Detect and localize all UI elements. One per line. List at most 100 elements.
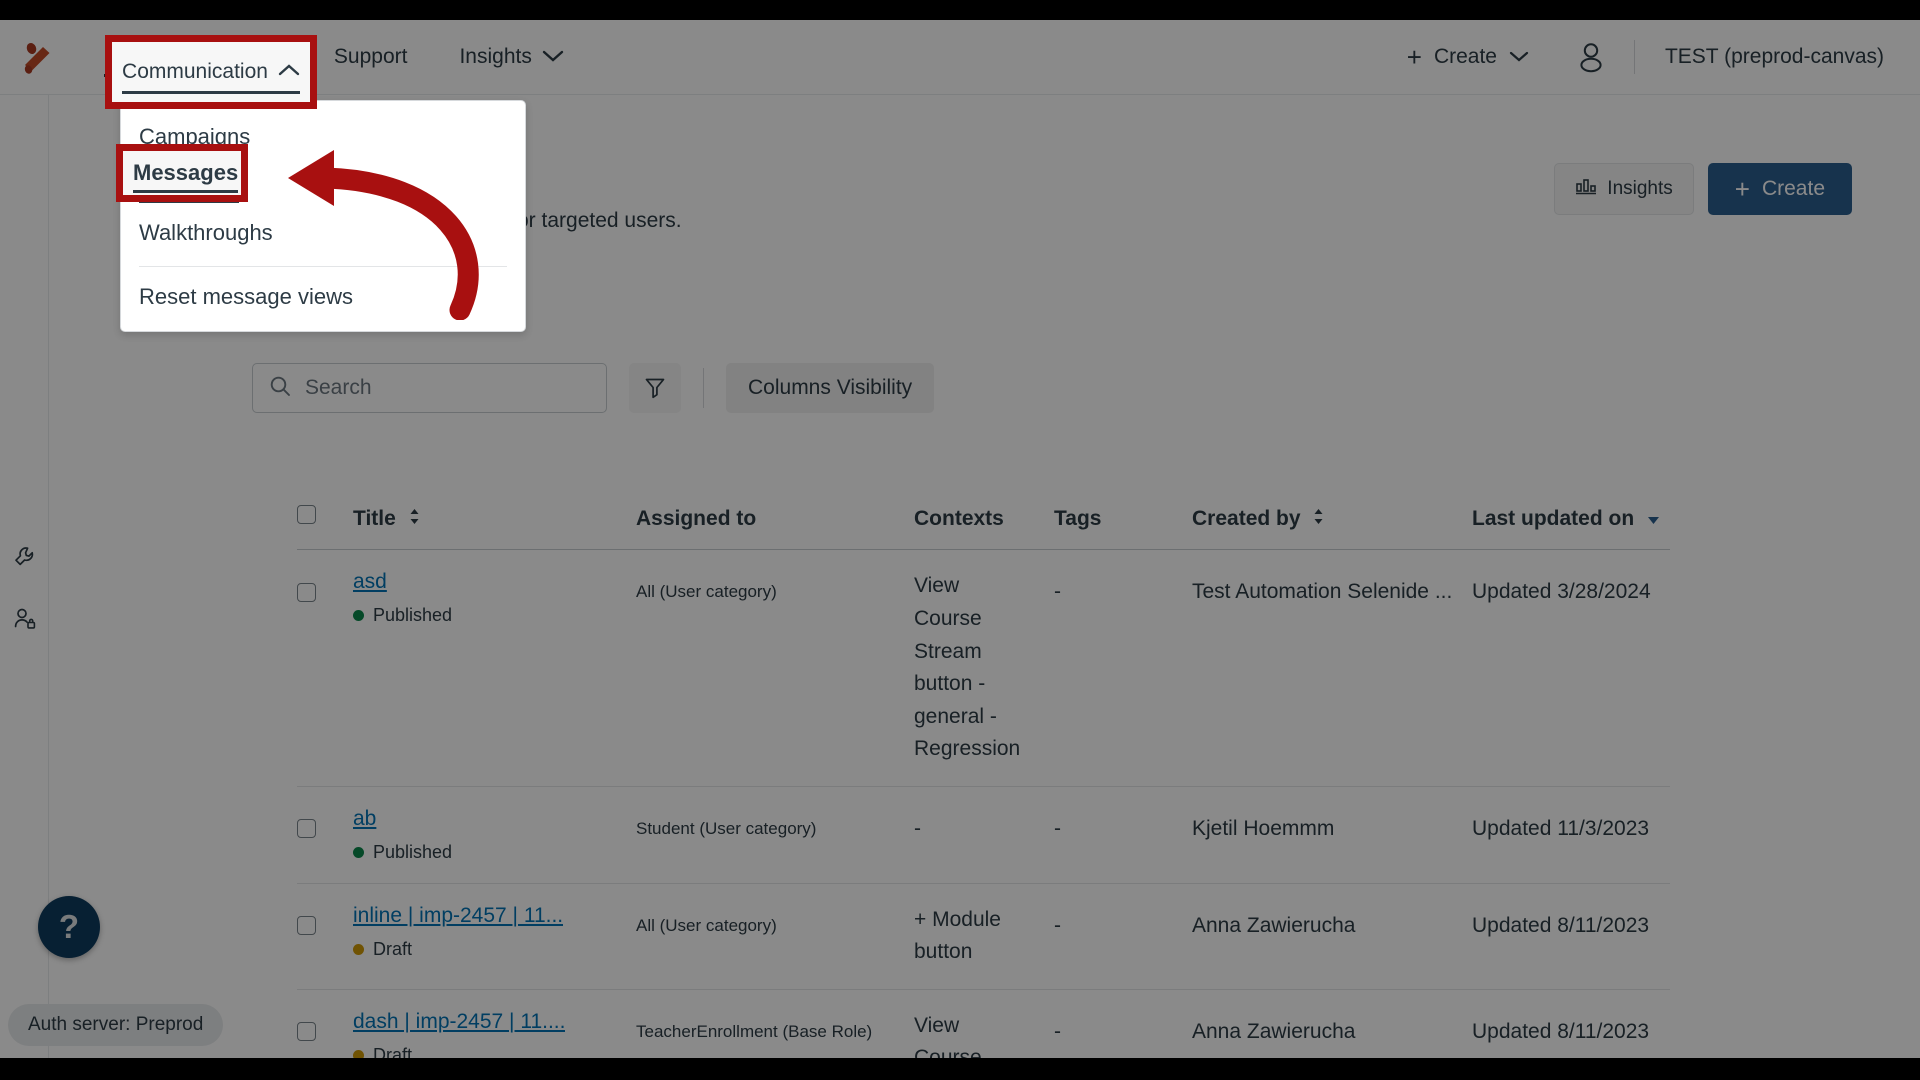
status-label: Draft: [373, 938, 413, 959]
row-created-by-value: Anna Zawierucha: [1192, 913, 1356, 937]
column-header-title[interactable]: Title: [353, 493, 636, 549]
app-window: Communication Support Insights + Create: [0, 20, 1920, 1058]
row-assigned-to-cell: All (User category): [636, 550, 914, 634]
search-input[interactable]: [305, 376, 590, 400]
row-title-link[interactable]: ab: [353, 807, 452, 831]
table-row[interactable]: dash | imp-2457 | 11.... Draft TeacherEn…: [297, 990, 1670, 1058]
row-created-by-value: Kjetil Hoemmm: [1192, 816, 1335, 840]
row-title-cell: asd Published: [353, 550, 636, 646]
row-tags-value: -: [1054, 580, 1061, 604]
global-create-button[interactable]: + Create: [1388, 33, 1548, 81]
select-all-checkbox[interactable]: [297, 505, 316, 524]
row-assigned-to-value: All (User category): [636, 915, 777, 935]
auth-server-badge: Auth server: Preprod: [8, 1004, 224, 1046]
row-assigned-to-cell: All (User category): [636, 884, 914, 968]
column-header-created-by[interactable]: Created by: [1192, 493, 1472, 549]
funnel-icon[interactable]: [629, 363, 681, 413]
chevron-down-icon: [542, 45, 564, 69]
page-header-actions: Insights + Create: [1554, 157, 1852, 215]
row-checkbox-cell: [297, 884, 353, 968]
row-checkbox[interactable]: [297, 582, 316, 602]
table-row[interactable]: asd Published All (User category) View C…: [297, 550, 1670, 787]
dropdown-item-campaigns-label: Campaigns: [139, 124, 251, 149]
column-header-last-updated-on[interactable]: Last updated on: [1472, 493, 1670, 549]
select-all-checkbox-cell: [297, 493, 353, 542]
row-title-link[interactable]: asd: [353, 570, 452, 594]
status-dot-icon: [353, 1049, 364, 1058]
search-box[interactable]: [252, 363, 607, 413]
toolbar-divider: [703, 368, 704, 408]
status-dot-icon: [353, 943, 364, 955]
search-icon: [269, 375, 291, 402]
row-checkbox-cell: [297, 990, 353, 1058]
table-header-row: Title Assigned to Contexts Tags Created …: [297, 493, 1670, 551]
row-created-by-cell: Test Automation Selenide ...: [1192, 550, 1472, 634]
dropdown-item-walkthroughs[interactable]: Walkthroughs: [121, 209, 525, 257]
row-contexts-value: -: [914, 816, 921, 840]
dropdown-item-messages[interactable]: Messages: [121, 161, 525, 209]
status-badge: Published: [353, 605, 452, 626]
row-last-updated-value: Updated 8/11/2023: [1472, 913, 1650, 937]
dropdown-item-messages-label: Messages: [139, 172, 240, 197]
dropdown-item-reset-message-views[interactable]: Reset message views: [121, 273, 525, 321]
dropdown-separator: [139, 266, 507, 267]
row-tags-cell: -: [1054, 550, 1192, 634]
nav-item-insights[interactable]: Insights: [433, 20, 589, 95]
instructure-logo-icon[interactable]: [0, 20, 78, 95]
column-header-assigned-to[interactable]: Assigned to: [636, 493, 914, 549]
row-checkbox-cell: [297, 787, 353, 871]
row-contexts-value: View Course Stream button - general - Re…: [914, 574, 1021, 761]
column-header-contexts-label: Contexts: [914, 507, 1004, 530]
row-last-updated-cell: Updated 8/11/2023: [1472, 990, 1670, 1058]
wrench-icon[interactable]: [6, 538, 44, 576]
messages-table: Title Assigned to Contexts Tags Created …: [297, 493, 1670, 1058]
row-created-by-value: Test Automation Selenide ...: [1192, 580, 1453, 604]
user-lock-icon[interactable]: [6, 600, 44, 638]
row-last-updated-cell: Updated 8/11/2023: [1472, 884, 1670, 968]
row-contexts-cell: + Module button: [914, 884, 1054, 989]
create-button-label: Create: [1761, 177, 1825, 200]
row-last-updated-cell: Updated 3/28/2024: [1472, 550, 1670, 634]
row-tags-value: -: [1054, 1019, 1061, 1043]
insights-button[interactable]: Insights: [1554, 163, 1694, 215]
row-assigned-to-cell: Student (User category): [636, 787, 914, 871]
status-label: Draft: [373, 1044, 413, 1058]
row-assigned-to-value: Student (User category): [636, 818, 817, 838]
column-header-created-by-label: Created by: [1192, 507, 1301, 530]
row-assigned-to-value: All (User category): [636, 582, 777, 602]
row-checkbox[interactable]: [297, 819, 316, 839]
dropdown-item-campaigns[interactable]: Campaigns: [121, 113, 525, 161]
status-label: Published: [373, 841, 453, 862]
row-checkbox[interactable]: [297, 916, 316, 936]
top-nav-right-group: + Create TEST (preprod-canvas): [1388, 20, 1920, 95]
row-tags-cell: -: [1054, 990, 1192, 1058]
nav-item-communication[interactable]: Communication: [78, 20, 308, 95]
row-tags-value: -: [1054, 913, 1061, 937]
status-badge: Draft: [353, 1045, 565, 1058]
top-navigation-bar: Communication Support Insights + Create: [0, 20, 1920, 95]
column-header-tags[interactable]: Tags: [1054, 493, 1192, 549]
chevron-up-icon: [260, 45, 282, 69]
row-contexts-value: + Module button: [914, 907, 1001, 964]
columns-visibility-button[interactable]: Columns Visibility: [726, 363, 935, 413]
status-label: Published: [373, 605, 453, 626]
row-checkbox[interactable]: [297, 1022, 316, 1042]
row-title-link[interactable]: inline | imp-2457 | 11...: [353, 904, 563, 928]
row-last-updated-value: Updated 8/11/2023: [1472, 1019, 1650, 1043]
nav-item-support[interactable]: Support: [308, 20, 434, 95]
user-icon[interactable]: [1574, 40, 1608, 74]
plus-icon: +: [1406, 42, 1422, 72]
chevron-down-icon: [1509, 45, 1529, 69]
dropdown-item-walkthroughs-label: Walkthroughs: [139, 220, 273, 245]
help-button[interactable]: ?: [38, 896, 100, 958]
row-tags-cell: -: [1054, 884, 1192, 968]
row-assigned-to-cell: TeacherEnrollment (Base Role): [636, 990, 914, 1058]
table-row[interactable]: ab Published Student (User category) - -: [297, 787, 1670, 884]
global-create-label: Create: [1433, 45, 1497, 68]
column-header-contexts[interactable]: Contexts: [914, 493, 1054, 549]
nav-item-support-label: Support: [333, 45, 408, 68]
row-title-link[interactable]: dash | imp-2457 | 11....: [353, 1010, 565, 1034]
create-button[interactable]: + Create: [1707, 163, 1852, 215]
nav-item-communication-label: Communication: [104, 45, 250, 77]
table-row[interactable]: inline | imp-2457 | 11... Draft All (Use…: [297, 884, 1670, 990]
